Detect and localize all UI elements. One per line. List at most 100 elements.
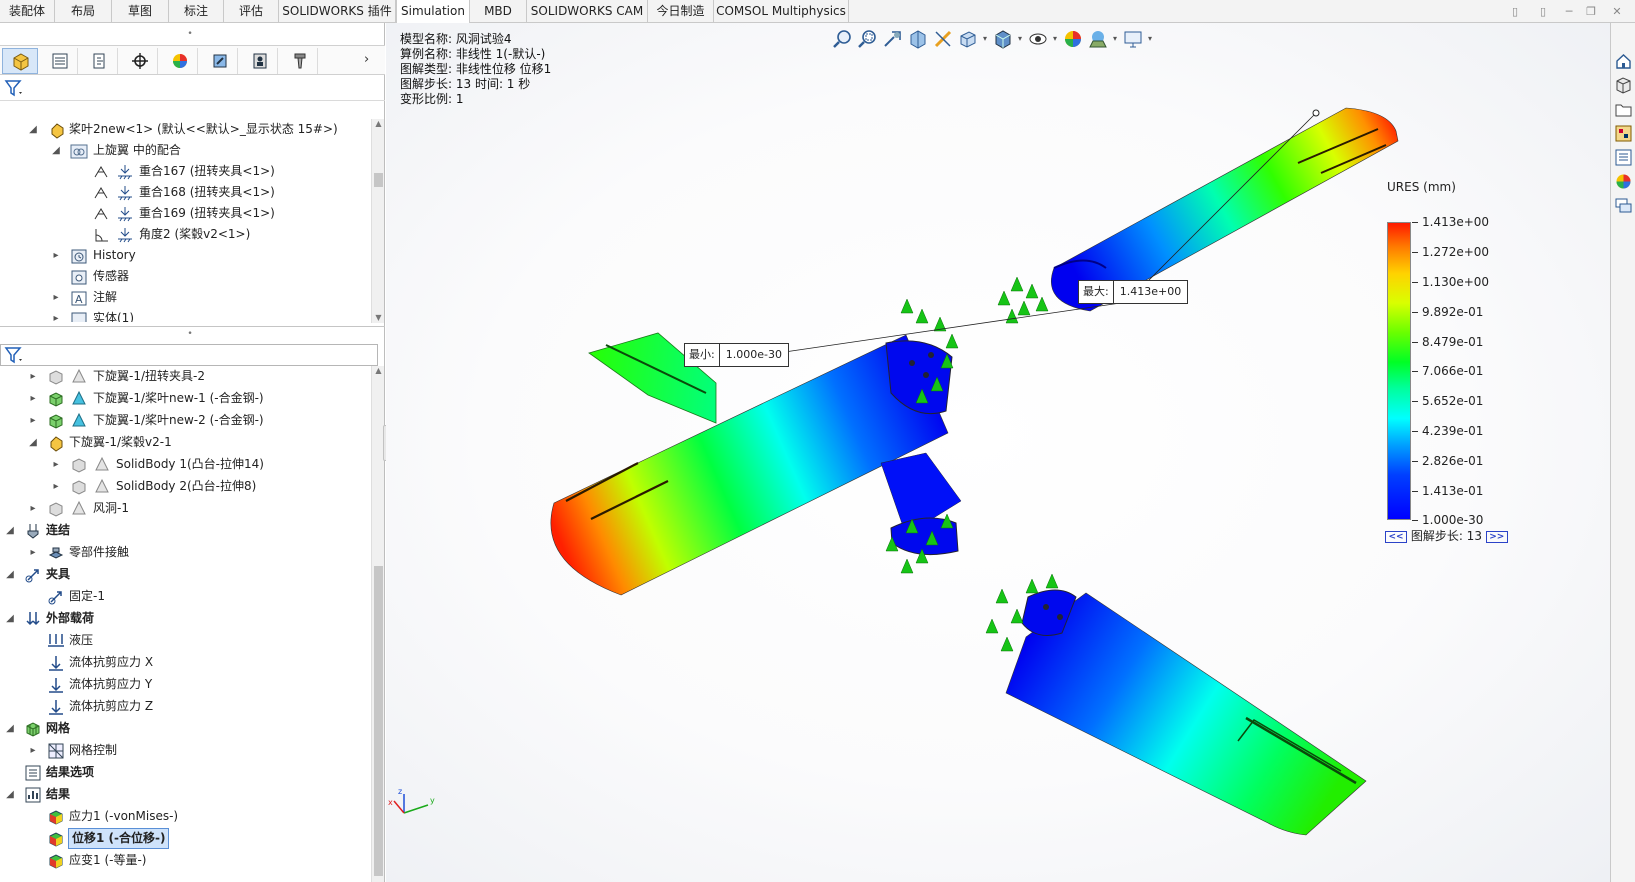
graphics-area[interactable]: 模型名称: 风洞试验4 算例名称: 非线性 1(-默认-) 图解类型: 非线性位…	[386, 23, 1610, 882]
tree-item-coincident-168[interactable]: 重合168 (扭转夹具<1>)	[0, 182, 370, 203]
tree-item-fixed-1[interactable]: 固定-1	[0, 586, 370, 607]
tree-item-displacement-1[interactable]: 位移1 (-合位移-)	[0, 828, 370, 849]
expand-caret-icon[interactable]: ▸	[28, 498, 38, 519]
tree-item-mates-folder[interactable]: ◢ 上旋翼 中的配合	[0, 140, 370, 161]
view-palette-icon[interactable]	[1613, 123, 1634, 144]
tree-item-solidbody-2[interactable]: ▸ SolidBody 2(凸台-拉伸8)	[0, 476, 370, 497]
tab-cam[interactable]	[202, 48, 238, 74]
tree-item-strain-1[interactable]: 应变1 (-等量-)	[0, 850, 370, 871]
tab-configuration-manager[interactable]	[82, 48, 118, 74]
tree-item-lower-blade-1[interactable]: ▸ 下旋翼-1/桨叶new-1 (-合金钢-)	[0, 388, 370, 409]
tab-property-manager[interactable]	[42, 48, 78, 74]
splitter-grip[interactable]: •	[186, 30, 194, 39]
scroll-down-icon[interactable]: ▼	[372, 313, 385, 323]
tree-item-lower-blade-2[interactable]: ▸ 下旋翼-1/桨叶new-2 (-合金钢-)	[0, 410, 370, 431]
tab-solidworks-cam[interactable]: SOLIDWORKS CAM	[527, 0, 648, 23]
solidworks-resources-icon[interactable]	[1613, 51, 1634, 72]
splitter-grip[interactable]: •	[186, 330, 194, 339]
collapse-caret-icon[interactable]: ◢	[5, 718, 15, 739]
max-value-callout[interactable]: 最大: 1.413e+00	[1078, 280, 1189, 304]
tree-item-blade-assembly[interactable]: ◢ 桨叶2new<1> (默认<<默认>_显示状态 15#>)	[0, 119, 370, 140]
tree-item-external-loads[interactable]: ◢ 外部载荷	[0, 608, 370, 629]
tree-item-connections[interactable]: ◢ 连结	[0, 520, 370, 541]
scroll-thumb[interactable]	[374, 173, 383, 187]
scroll-thumb[interactable]	[374, 566, 383, 876]
tab-feature-tree[interactable]	[2, 48, 38, 74]
scroll-up-icon[interactable]: ▲	[372, 366, 385, 376]
collapse-caret-icon[interactable]: ◢	[28, 119, 38, 140]
tab-solidworks-addins[interactable]: SOLIDWORKS 插件	[279, 0, 396, 23]
tab-display-manager[interactable]	[162, 48, 198, 74]
tree-item-stress-1[interactable]: 应力1 (-vonMises-)	[0, 806, 370, 827]
scroll-up-icon[interactable]: ▲	[372, 119, 385, 129]
tree-item-annotations[interactable]: ▸ A 注解	[0, 287, 370, 308]
tree-item-angle-2[interactable]: 角度2 (桨毂v2<1>)	[0, 224, 370, 245]
collapse-caret-icon[interactable]: ◢	[5, 564, 15, 585]
tab-assembly[interactable]: 装配体	[0, 0, 55, 23]
design-library-icon[interactable]	[1613, 75, 1634, 96]
expand-caret-icon[interactable]: ▸	[51, 476, 61, 497]
fea-result-model[interactable]: z y x	[386, 23, 1610, 882]
tab-mbd[interactable]: MBD	[470, 0, 527, 23]
tab-made-today[interactable]: 今日制造	[648, 0, 714, 23]
tree-item-results[interactable]: ◢ 结果	[0, 784, 370, 805]
collapse-caret-icon[interactable]: ◢	[5, 608, 15, 629]
tree-item-lower-clamp[interactable]: ▸ 下旋翼-1/扭转夹具-2	[0, 366, 370, 387]
expand-caret-icon[interactable]: ▸	[28, 740, 38, 761]
collapse-caret-icon[interactable]: ◢	[5, 784, 15, 805]
tree-item-fixtures[interactable]: ◢ 夹具	[0, 564, 370, 585]
tree-item-lower-hub[interactable]: ◢ 下旋翼-1/桨毂v2-1	[0, 432, 370, 453]
expand-caret-icon[interactable]: ▸	[51, 287, 61, 308]
tree-item-shear-y[interactable]: 流体抗剪应力 Y	[0, 674, 370, 695]
file-explorer-icon[interactable]	[1613, 99, 1634, 120]
minimize-icon[interactable]: ─	[1563, 6, 1575, 18]
tree-item-mesh-control[interactable]: ▸ 网格控制	[0, 740, 370, 761]
tree-item-result-options[interactable]: 结果选项	[0, 762, 370, 783]
tree-item-wind-tunnel[interactable]: ▸ 风洞-1	[0, 498, 370, 519]
close-icon[interactable]: ✕	[1611, 6, 1623, 18]
custom-properties-icon[interactable]	[1613, 147, 1634, 168]
collapse-caret-icon[interactable]: ◢	[5, 520, 15, 541]
tree-item-shear-x[interactable]: 流体抗剪应力 X	[0, 652, 370, 673]
filter-icon[interactable]	[4, 79, 24, 100]
chevron-right-icon[interactable]: ›	[364, 52, 369, 67]
maximize-icon[interactable]: ❐	[1585, 6, 1597, 18]
tree-item-sensors[interactable]: 传感器	[0, 266, 370, 287]
tree-item-pressure[interactable]: 液压	[0, 630, 370, 651]
tab-sketch[interactable]: 草图	[112, 0, 169, 23]
expand-caret-icon[interactable]: ▸	[28, 542, 38, 563]
previous-step-button[interactable]: <<	[1385, 530, 1407, 543]
tree-item-component-contact[interactable]: ▸ 零部件接触	[0, 542, 370, 563]
appearances-icon[interactable]	[1613, 171, 1634, 192]
tab-cam-tool[interactable]	[282, 48, 318, 74]
expand-caret-icon[interactable]: ▸	[51, 308, 61, 322]
filter-icon[interactable]	[4, 346, 24, 367]
tree-item-solidbody-1[interactable]: ▸ SolidBody 1(凸台-拉伸14)	[0, 454, 370, 475]
feature-tree-scrollbar[interactable]: ▲ ▼	[371, 119, 384, 323]
tree-item-mesh[interactable]: ◢ 网格	[0, 718, 370, 739]
tab-comsol[interactable]: COMSOL Multiphysics	[714, 0, 849, 23]
collapse-caret-icon[interactable]: ◢	[28, 432, 38, 453]
tab-simulation[interactable]: Simulation	[396, 0, 470, 24]
study-filter-input[interactable]	[0, 344, 378, 366]
tree-item-history[interactable]: ▸ History	[0, 245, 370, 266]
expand-caret-icon[interactable]: ▸	[28, 388, 38, 409]
expand-caret-icon[interactable]: ▸	[28, 366, 38, 387]
tree-item-coincident-167[interactable]: 重合167 (扭转夹具<1>)	[0, 161, 370, 182]
expand-caret-icon[interactable]: ▸	[51, 454, 61, 475]
collapse-caret-icon[interactable]: ◢	[51, 140, 61, 161]
expand-caret-icon[interactable]: ▸	[51, 245, 61, 266]
tab-cam-operation[interactable]	[242, 48, 278, 74]
tab-dimxpert[interactable]	[122, 48, 158, 74]
expand-caret-icon[interactable]: ▸	[28, 410, 38, 431]
restore-icon[interactable]: ▯	[1509, 6, 1521, 18]
min-value-callout[interactable]: 最小: 1.000e-30	[684, 343, 789, 367]
tree-item-shear-z[interactable]: 流体抗剪应力 Z	[0, 696, 370, 717]
forum-icon[interactable]	[1613, 195, 1634, 216]
tree-item-solid-bodies[interactable]: ▸ 实体(1)	[0, 308, 370, 322]
next-step-button[interactable]: >>	[1485, 530, 1508, 543]
tab-evaluate[interactable]: 评估	[224, 0, 279, 23]
tree-item-coincident-169[interactable]: 重合169 (扭转夹具<1>)	[0, 203, 370, 224]
color-legend-bar[interactable]	[1387, 222, 1411, 520]
tab-layout[interactable]: 布局	[55, 0, 112, 23]
